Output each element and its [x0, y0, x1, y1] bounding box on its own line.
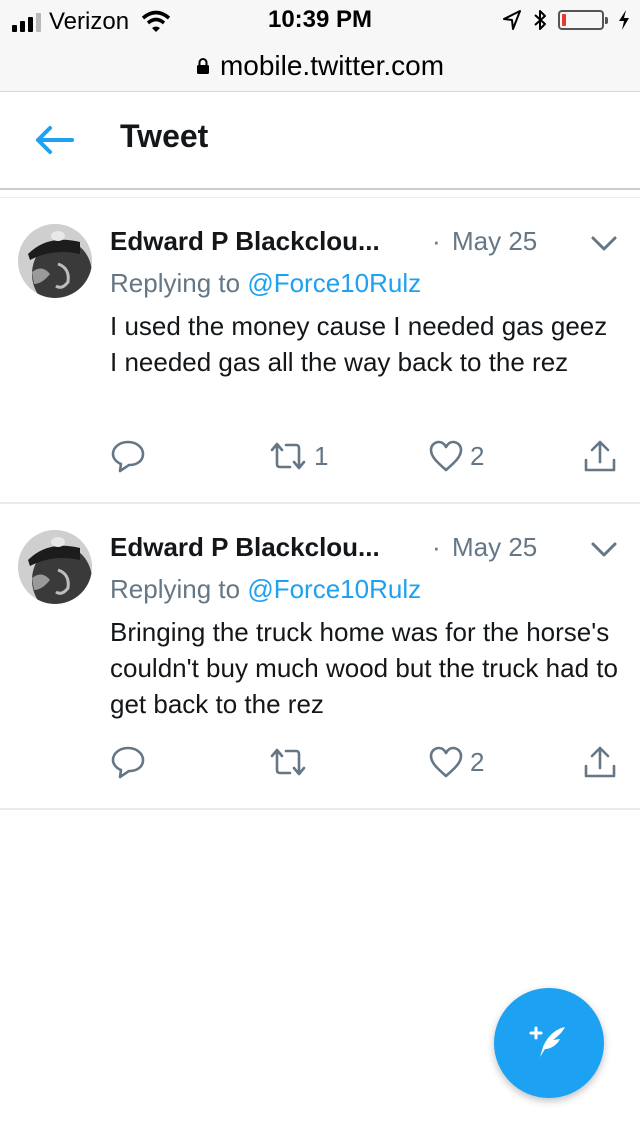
separator-dot: ·	[432, 226, 441, 256]
heart-icon	[429, 440, 463, 472]
reply-button[interactable]	[110, 436, 152, 476]
battery-icon	[558, 10, 608, 30]
like-count: 2	[470, 746, 485, 777]
retweet-button[interactable]: 1	[268, 436, 328, 476]
url-text: mobile.twitter.com	[219, 49, 445, 81]
page-title: Tweet	[120, 118, 209, 154]
divider	[0, 190, 640, 198]
lock-icon	[196, 57, 209, 74]
replying-handle-link[interactable]: @Force10Rulz	[247, 574, 421, 604]
page-header: Tweet	[0, 92, 640, 190]
retweet-icon	[270, 748, 306, 776]
replying-to: Replying to @Force10Rulz	[110, 574, 421, 605]
compose-tweet-icon	[529, 1026, 565, 1057]
share-icon	[584, 440, 616, 472]
author-name[interactable]: Edward P Blackclou...	[110, 532, 380, 563]
tweet-text: Bringing the truck home was for the hors…	[110, 617, 618, 719]
share-button[interactable]	[582, 436, 618, 476]
tweet[interactable]: Edward P Blackclou... · May 25 Replying …	[0, 504, 640, 810]
share-button[interactable]	[582, 742, 618, 782]
replying-prefix: Replying to	[110, 268, 241, 298]
location-icon	[503, 10, 521, 30]
like-count: 2	[470, 440, 485, 471]
reply-icon	[111, 746, 145, 779]
replying-to: Replying to @Force10Rulz	[110, 268, 421, 299]
chevron-down-icon[interactable]	[590, 234, 618, 254]
separator-dot: ·	[432, 532, 441, 562]
reply-icon	[111, 440, 145, 473]
avatar[interactable]	[18, 224, 92, 298]
retweet-count: 1	[314, 440, 329, 471]
reply-button[interactable]	[110, 742, 152, 782]
address-bar[interactable]: mobile.twitter.com	[0, 40, 640, 92]
bluetooth-icon	[534, 10, 546, 30]
retweet-button[interactable]	[268, 742, 314, 782]
like-button[interactable]: 2	[428, 742, 484, 782]
retweet-icon	[270, 442, 306, 470]
replying-handle-link[interactable]: @Force10Rulz	[247, 268, 421, 298]
avatar[interactable]	[18, 530, 92, 604]
status-bar: Verizon 10:39 PM	[0, 0, 640, 40]
tweet-date[interactable]: May 25	[452, 532, 537, 563]
tweet-actions: 2	[110, 742, 630, 782]
author-name[interactable]: Edward P Blackclou...	[110, 226, 380, 257]
like-button[interactable]: 2	[428, 436, 484, 476]
chevron-down-icon[interactable]	[590, 540, 618, 560]
tweet[interactable]: Edward P Blackclou... · May 25 Replying …	[0, 198, 640, 504]
share-icon	[584, 746, 616, 778]
back-arrow-icon[interactable]	[32, 120, 76, 160]
tweet-date[interactable]: May 25	[452, 226, 537, 257]
compose-tweet-button[interactable]	[494, 988, 604, 1098]
heart-icon	[429, 746, 463, 778]
tweet-actions: 1 2	[110, 436, 630, 476]
charging-icon	[619, 10, 629, 30]
replying-prefix: Replying to	[110, 574, 241, 604]
tweet-text: I used the money cause I needed gas geez…	[110, 311, 608, 377]
